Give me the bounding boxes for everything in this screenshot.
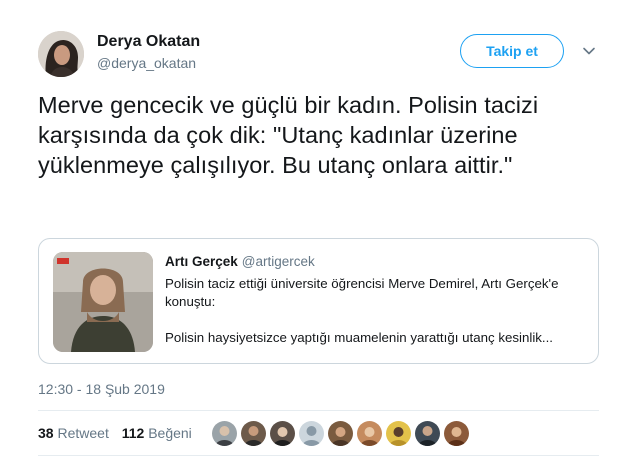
divider (38, 410, 599, 411)
quoted-tweet-text: Polisin taciz ettiği üniversite öğrencis… (165, 275, 585, 347)
liker-avatar[interactable] (415, 421, 440, 446)
quoted-author-name: Artı Gerçek (165, 254, 238, 269)
quoted-text-line-2: Polisin haysiyetsizce yaptığı muamelenin… (165, 330, 554, 345)
quoted-tweet-thumbnail (53, 252, 153, 352)
liker-avatar[interactable] (444, 421, 469, 446)
liker-avatars (212, 421, 473, 446)
author-handle[interactable]: @derya_okatan (97, 55, 196, 71)
quoted-text-line-1: Polisin taciz ettiği üniversite öğrencis… (165, 276, 559, 309)
liker-avatar[interactable] (357, 421, 382, 446)
author-name[interactable]: Derya Okatan (97, 33, 200, 51)
divider (38, 455, 599, 456)
like-count: 112 (121, 425, 145, 441)
tweet-stats: 38 Retweet 112 Beğeni (38, 425, 201, 441)
liker-avatar[interactable] (299, 421, 324, 446)
retweet-count: 38 (38, 425, 54, 441)
quoted-author-handle: @artigercek (241, 254, 315, 269)
tweet-text: Merve gencecik ve güçlü bir kadın. Polis… (38, 92, 539, 178)
chevron-down-icon[interactable] (582, 44, 596, 58)
retweet-label: Retweet (57, 425, 109, 441)
liker-avatar[interactable] (212, 421, 237, 446)
like-label: Beğeni (148, 425, 192, 441)
liker-avatar[interactable] (328, 421, 353, 446)
follow-button[interactable]: Takip et (460, 34, 564, 68)
quoted-tweet-header: Artı Gerçek @artigercek (165, 254, 315, 269)
tweet-timestamp[interactable]: 12:30 - 18 Şub 2019 (38, 381, 165, 397)
liker-avatar[interactable] (241, 421, 266, 446)
like-stat[interactable]: 112 Beğeni (122, 425, 192, 441)
liker-avatar[interactable] (386, 421, 411, 446)
retweet-stat[interactable]: 38 Retweet (38, 425, 109, 441)
author-avatar[interactable] (38, 31, 84, 77)
quoted-tweet-card[interactable]: Artı Gerçek @artigercek Polisin taciz ett… (38, 238, 599, 364)
liker-avatar[interactable] (270, 421, 295, 446)
